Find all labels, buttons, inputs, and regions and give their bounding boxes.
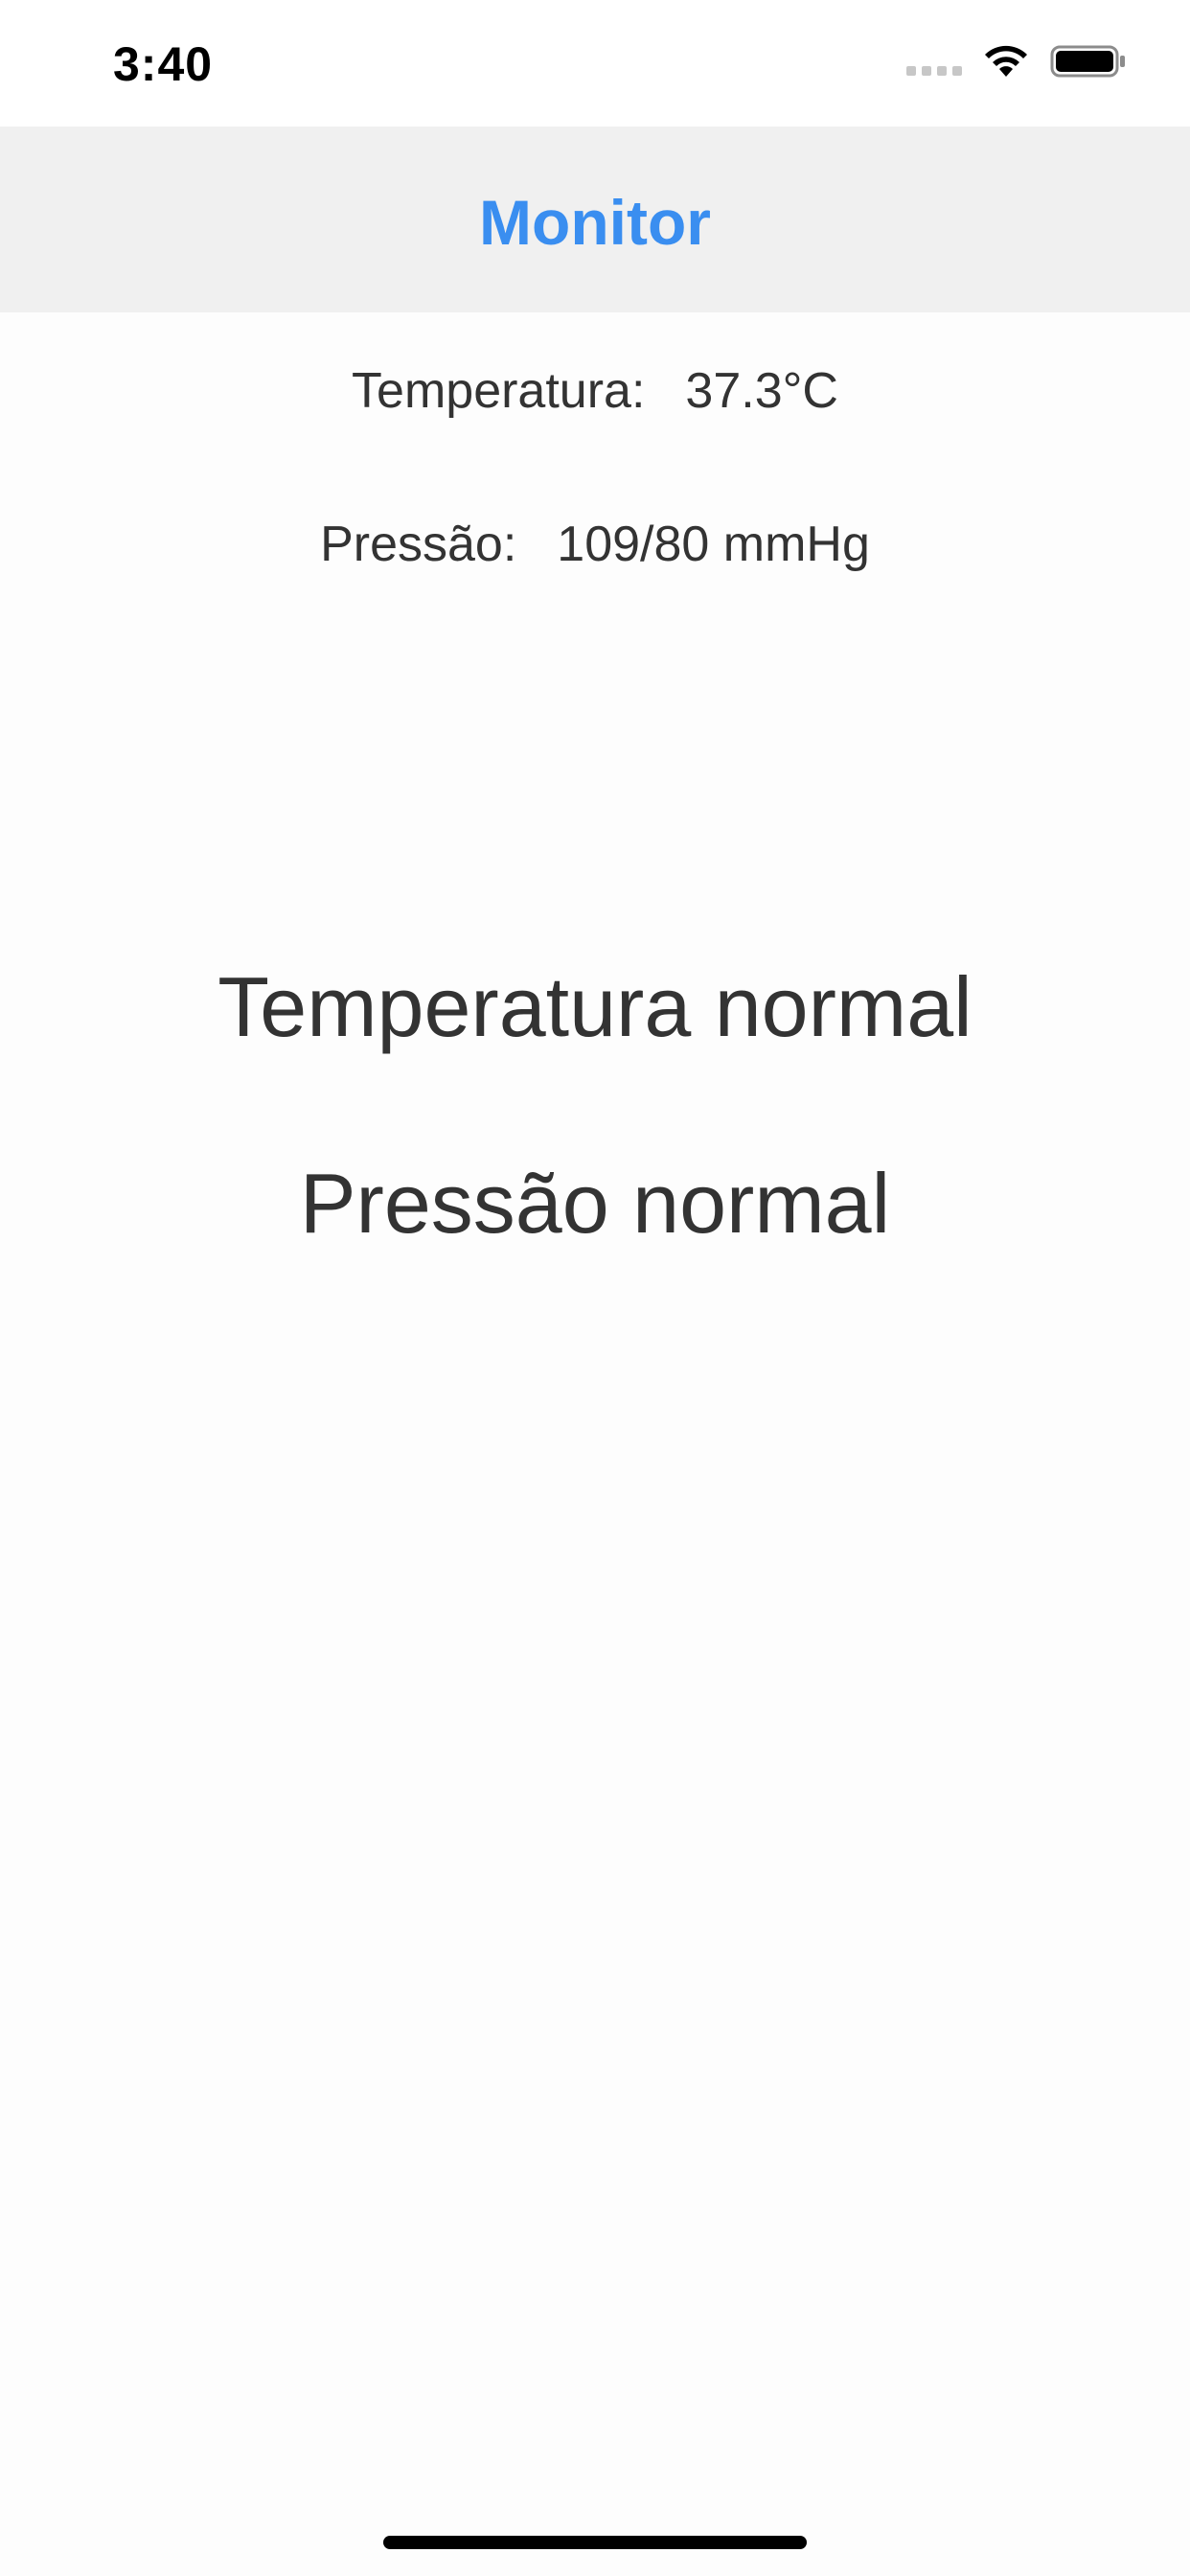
home-indicator[interactable] — [383, 2536, 807, 2549]
pressure-reading: Pressão: 109/80 mmHg — [0, 516, 1190, 573]
wifi-icon — [983, 44, 1029, 79]
battery-icon — [1050, 44, 1127, 79]
status-bar: 3:40 — [0, 0, 1190, 126]
pressure-value: 109/80 mmHg — [557, 517, 870, 572]
navigation-bar: Monitor — [0, 126, 1190, 312]
cellular-signal-icon — [906, 47, 962, 76]
temperature-value: 37.3°C — [685, 363, 838, 419]
page-title: Monitor — [479, 187, 711, 258]
temperature-reading: Temperatura: 37.3°C — [0, 362, 1190, 420]
pressure-status: Pressão normal — [299, 1156, 891, 1251]
pressure-label: Pressão: — [320, 517, 517, 572]
temperature-status: Temperatura normal — [217, 959, 973, 1054]
status-time: 3:40 — [113, 37, 214, 91]
status-icons — [906, 44, 1127, 79]
temperature-label: Temperatura: — [352, 363, 646, 419]
